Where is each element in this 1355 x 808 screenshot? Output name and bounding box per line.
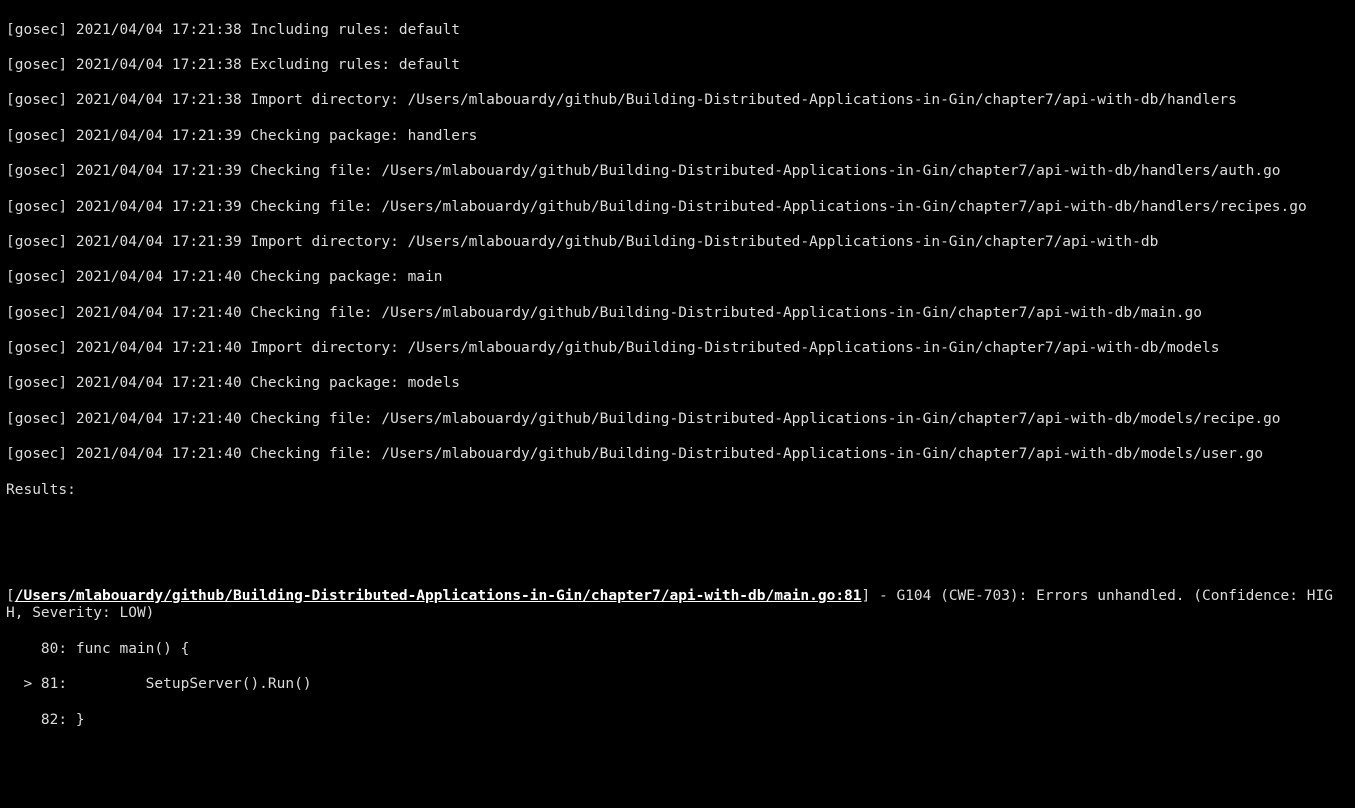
log-line: [gosec] 2021/04/04 17:21:40 Checking pac…: [6, 269, 1349, 287]
issue-code-line: > 81: SetupServer().Run(): [6, 676, 1349, 694]
log-line: [gosec] 2021/04/04 17:21:38 Excluding ru…: [6, 57, 1349, 75]
log-line: [gosec] 2021/04/04 17:21:38 Including ru…: [6, 22, 1349, 40]
log-line: [gosec] 2021/04/04 17:21:40 Checking fil…: [6, 446, 1349, 464]
log-line: [gosec] 2021/04/04 17:21:40 Checking pac…: [6, 375, 1349, 393]
log-line: [gosec] 2021/04/04 17:21:39 Checking fil…: [6, 199, 1349, 217]
issue-code-line: 82: }: [6, 712, 1349, 730]
log-line: [gosec] 2021/04/04 17:21:40 Checking fil…: [6, 305, 1349, 323]
issue-block: [/Users/mlabouardy/github/Building-Distr…: [6, 588, 1349, 623]
log-line: [gosec] 2021/04/04 17:21:40 Checking fil…: [6, 411, 1349, 429]
log-line: [gosec] 2021/04/04 17:21:38 Import direc…: [6, 92, 1349, 110]
log-line: [gosec] 2021/04/04 17:21:39 Import direc…: [6, 234, 1349, 252]
log-line: [gosec] 2021/04/04 17:21:39 Checking fil…: [6, 163, 1349, 181]
issue-code-line: 80: func main() {: [6, 641, 1349, 659]
log-line: [gosec] 2021/04/04 17:21:40 Import direc…: [6, 340, 1349, 358]
results-label: Results:: [6, 482, 1349, 500]
log-line: [gosec] 2021/04/04 17:21:39 Checking pac…: [6, 128, 1349, 146]
terminal-output: [gosec] 2021/04/04 17:21:38 Including ru…: [0, 0, 1355, 808]
issue-path: /Users/mlabouardy/github/Building-Distri…: [15, 588, 862, 604]
issue-bracket: [: [6, 588, 15, 604]
